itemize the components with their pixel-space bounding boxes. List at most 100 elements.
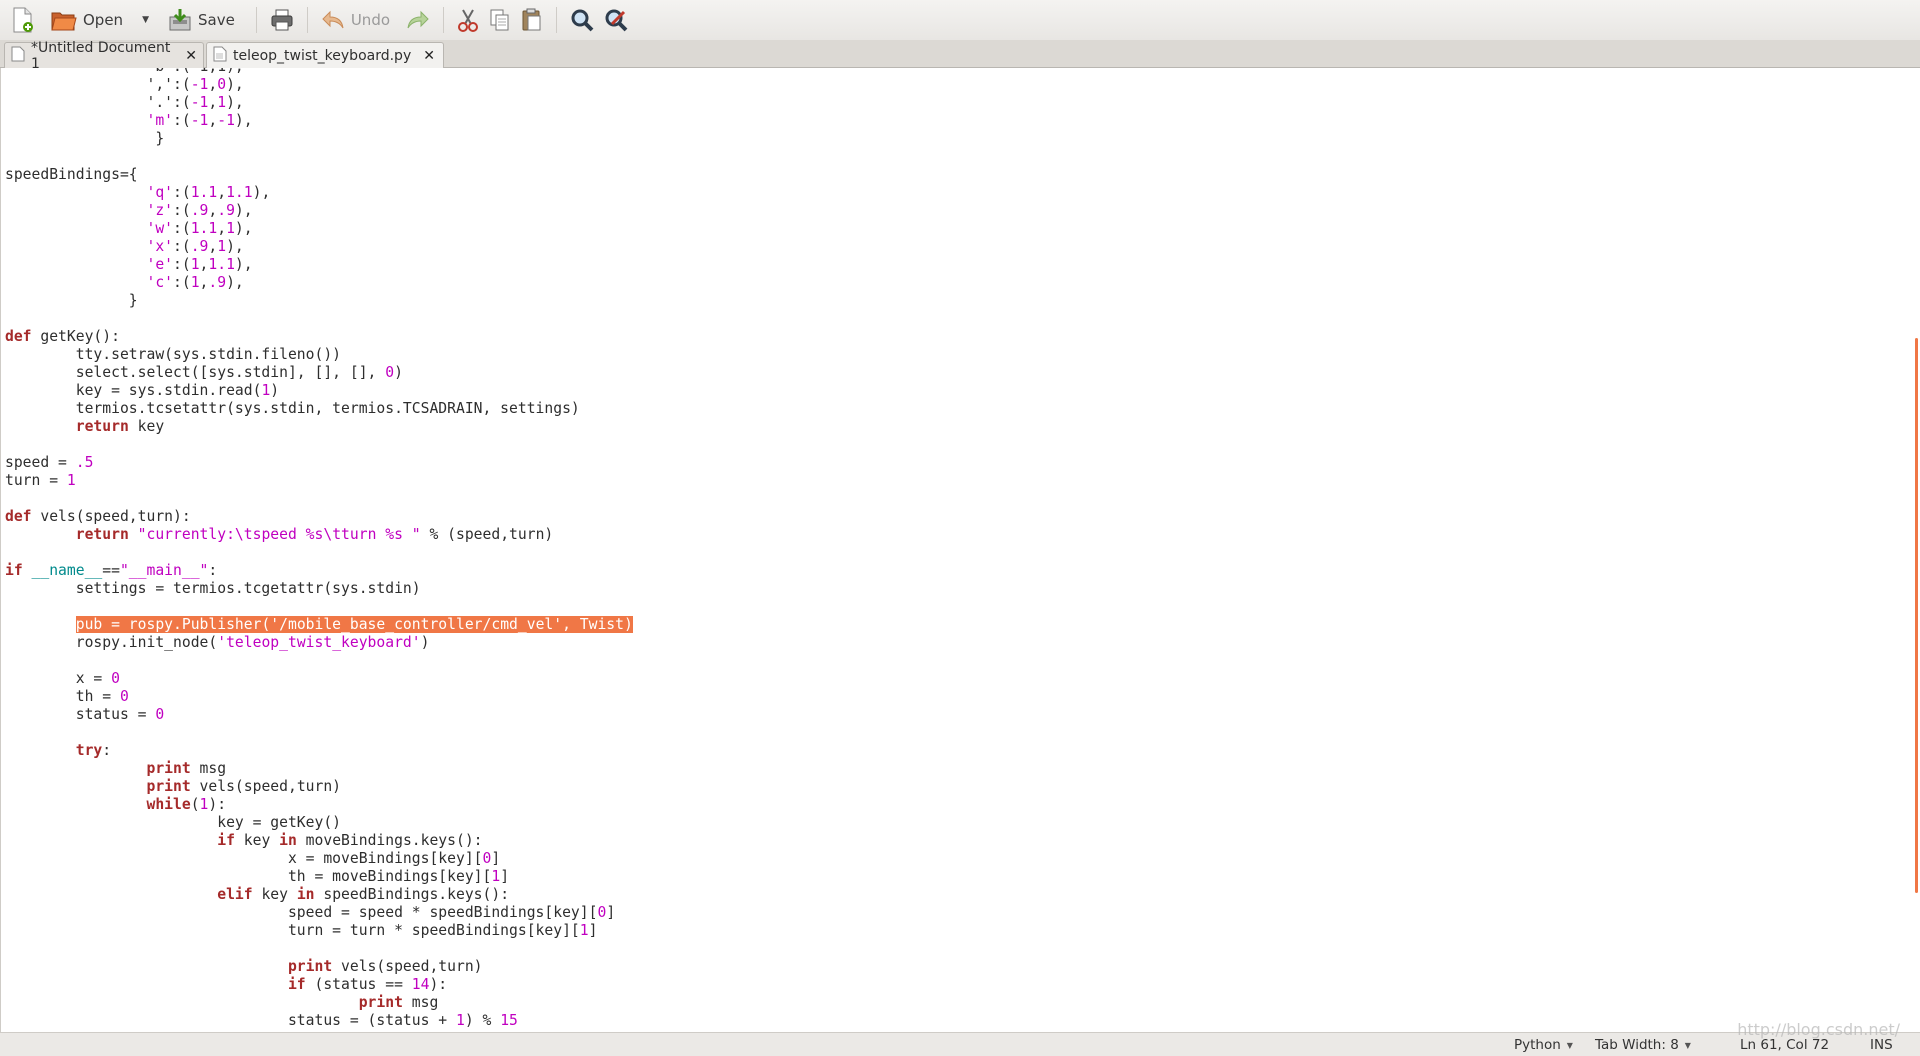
code-token: ), <box>234 256 253 273</box>
code-token: key <box>234 832 280 849</box>
code-line[interactable]: ',':(-1,0), <box>5 76 633 94</box>
code-line[interactable]: rospy.init_node('teleop_twist_keyboard') <box>5 634 633 652</box>
code-line[interactable]: x = moveBindings[key][0] <box>5 850 633 868</box>
vertical-scrollbar[interactable] <box>1915 338 1918 893</box>
tab-untitled-document[interactable]: *Untitled Document 1 ✕ <box>4 40 204 72</box>
code-line[interactable]: select.select([sys.stdin], [], [], 0) <box>5 364 633 382</box>
code-token: ( <box>190 796 200 813</box>
code-token: 'teleop_twist_keyboard' <box>217 634 421 651</box>
code-line[interactable]: key = sys.stdin.read(1) <box>5 382 633 400</box>
copy-button[interactable] <box>484 4 516 36</box>
code-line[interactable]: print vels(speed,turn) <box>5 958 633 976</box>
code-line[interactable]: 'm':(-1,-1), <box>5 112 633 130</box>
code-line[interactable]: if __name__=="__main__": <box>5 562 633 580</box>
toolbar-separator <box>556 7 558 33</box>
code-line[interactable] <box>5 148 633 166</box>
code-token: ) % <box>464 1012 501 1029</box>
code-line[interactable]: th = moveBindings[key][1] <box>5 868 633 886</box>
code-line[interactable]: 'c':(1,.9), <box>5 274 633 292</box>
code-line[interactable] <box>5 544 633 562</box>
open-recent-dropdown[interactable]: ▼ <box>142 15 157 25</box>
code-line[interactable]: turn = turn * speedBindings[key][1] <box>5 922 633 940</box>
code-line[interactable]: key = getKey() <box>5 814 633 832</box>
code-line[interactable]: print msg <box>5 994 633 1012</box>
code-line[interactable]: tty.setraw(sys.stdin.fileno()) <box>5 346 633 364</box>
code-line[interactable]: while(1): <box>5 796 633 814</box>
code-line[interactable] <box>5 940 633 958</box>
code-token: :( <box>173 274 191 291</box>
code-line[interactable]: elif key in speedBindings.keys(): <box>5 886 633 904</box>
code-line[interactable]: 'e':(1,1.1), <box>5 256 633 274</box>
close-icon[interactable]: ✕ <box>185 48 197 64</box>
code-line[interactable]: try: <box>5 742 633 760</box>
code-token: '.' <box>5 94 174 111</box>
code-line[interactable]: speed = .5 <box>5 454 633 472</box>
code-line[interactable]: th = 0 <box>5 688 633 706</box>
code-line[interactable]: if key in moveBindings.keys(): <box>5 832 633 850</box>
cursor-position-label: Ln 61, Col 72 <box>1740 1037 1830 1053</box>
code-line[interactable]: '.':(-1,1), <box>5 94 633 112</box>
new-document-button[interactable] <box>6 4 40 36</box>
code-token: ): <box>208 796 227 813</box>
code-line[interactable]: return "currently:\tspeed %s\tturn %s " … <box>5 526 633 544</box>
search-button[interactable] <box>565 4 599 36</box>
print-button[interactable] <box>265 4 299 36</box>
code-line[interactable]: } <box>5 292 633 310</box>
code-line[interactable] <box>5 490 633 508</box>
tab-label: teleop_twist_keyboard.py <box>233 48 412 64</box>
code-token: ), <box>226 238 244 255</box>
code-line[interactable]: 'q':(1.1,1.1), <box>5 184 633 202</box>
code-line[interactable] <box>5 724 633 742</box>
code-token: turn = <box>5 472 67 489</box>
open-button[interactable]: Open <box>46 4 128 36</box>
code-line[interactable]: def vels(speed,turn): <box>5 508 633 526</box>
code-token: ] <box>500 868 510 885</box>
code-line[interactable]: settings = termios.tcgetattr(sys.stdin) <box>5 580 633 598</box>
code-line[interactable]: if (status == 14): <box>5 976 633 994</box>
code-line[interactable]: return key <box>5 418 633 436</box>
close-icon[interactable]: ✕ <box>423 48 435 64</box>
code-token: ): <box>429 976 448 993</box>
code-line[interactable]: print msg <box>5 760 633 778</box>
code-line[interactable]: 'b':(-1,1), <box>5 68 633 76</box>
code-line[interactable]: speedBindings={ <box>5 166 633 184</box>
code-line[interactable]: status = (status + 1) % 15 <box>5 1012 633 1030</box>
code-token: msg <box>402 994 439 1011</box>
code-line[interactable]: status = 0 <box>5 706 633 724</box>
code-token: .9 <box>208 274 227 291</box>
code-line[interactable]: } <box>5 130 633 148</box>
code-token: print <box>146 760 191 777</box>
search-replace-button[interactable] <box>599 4 633 36</box>
tab-teleop-twist-keyboard[interactable]: teleop_twist_keyboard.py ✕ <box>206 42 444 69</box>
text-editor[interactable]: 'b':(-1,1), ',':(-1,0), '.':(-1,1), 'm':… <box>0 68 1920 1032</box>
code-line[interactable]: turn = 1 <box>5 472 633 490</box>
code-line[interactable] <box>5 652 633 670</box>
code-line[interactable]: 'w':(1.1,1), <box>5 220 633 238</box>
redo-button[interactable] <box>401 4 435 36</box>
code-line[interactable]: 'z':(.9,.9), <box>5 202 633 220</box>
cut-button[interactable] <box>452 4 484 36</box>
code-line[interactable] <box>5 436 633 454</box>
code-line[interactable]: x = 0 <box>5 670 633 688</box>
code-token: .9 <box>190 202 209 219</box>
code-token: 1 <box>579 922 589 939</box>
code-line[interactable]: pub = rospy.Publisher('/mobile_base_cont… <box>5 616 633 634</box>
tab-width-selector[interactable]: Tab Width: 8 ▼ <box>1595 1037 1691 1053</box>
code-line[interactable]: print vels(speed,turn) <box>5 778 633 796</box>
save-button[interactable]: Save <box>163 4 240 36</box>
undo-button[interactable]: Undo <box>316 4 395 36</box>
code-line[interactable] <box>5 598 633 616</box>
code-line[interactable]: termios.tcsetattr(sys.stdin, termios.TCS… <box>5 400 633 418</box>
code-line[interactable]: def getKey(): <box>5 328 633 346</box>
language-selector[interactable]: Python ▼ <box>1514 1037 1573 1053</box>
paste-button[interactable] <box>516 4 548 36</box>
code-token: ), <box>226 94 244 111</box>
status-bar: Python ▼ Tab Width: 8 ▼ Ln 61, Col 72 IN… <box>0 1032 1920 1056</box>
code-line[interactable]: speed = speed * speedBindings[key][0] <box>5 904 633 922</box>
code-line[interactable]: 'x':(.9,1), <box>5 238 633 256</box>
code-line[interactable] <box>5 310 633 328</box>
code-view[interactable]: 'b':(-1,1), ',':(-1,0), '.':(-1,1), 'm':… <box>5 68 633 1030</box>
